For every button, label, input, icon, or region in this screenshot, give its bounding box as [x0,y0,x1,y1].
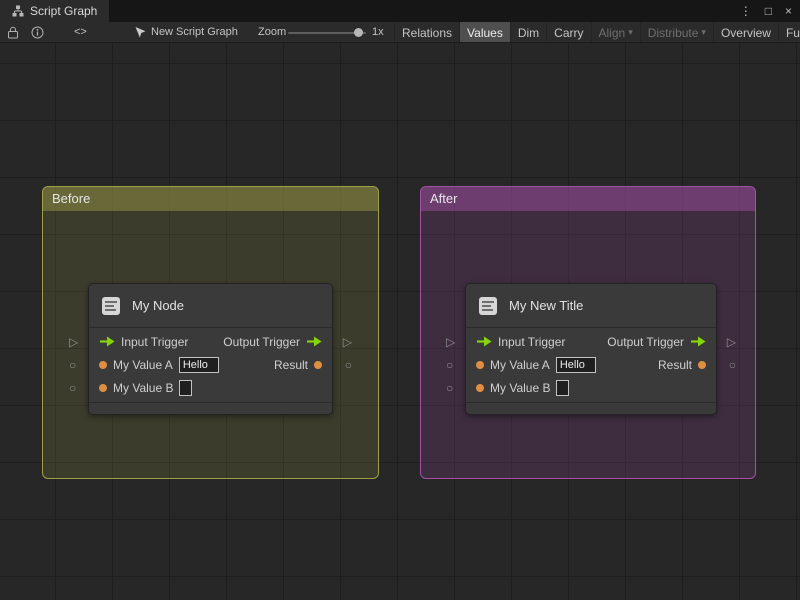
value-in-icon[interactable] [476,383,484,392]
chevron-down-icon: ▾ [701,27,706,37]
trigger-out-icon[interactable] [690,336,706,347]
value-in-icon[interactable] [99,360,107,369]
group-title: After [430,191,458,206]
relations-button[interactable]: Relations [394,22,460,42]
tab-script-graph[interactable]: Script Graph [0,0,110,22]
trigger-row: ▷ Input Trigger Output Trigger ▷ [69,330,352,353]
value-b-label: My Value B [490,380,551,395]
graph-canvas[interactable]: Before After My Node ▷ Input Trigger Out… [0,43,800,600]
fullscreen-label: Full Scr [785,25,800,40]
trigger-in-icon[interactable] [476,336,492,347]
value-a-label: My Value A [113,357,173,372]
group-title: Before [52,191,91,206]
input-trigger-label: Input Trigger [498,334,566,349]
script-graph-icon [12,5,24,17]
tab-title: Script Graph [30,4,98,18]
group-before-header[interactable]: Before [43,187,378,211]
value-b-row: ○ My Value B [446,376,716,399]
flow-port-icon[interactable]: ▷ [446,336,455,348]
node-my-node[interactable]: My Node ▷ Input Trigger Output Trigger ▷… [69,283,352,415]
graph-pointer-icon [134,26,146,39]
fullscreen-button[interactable]: Full Scr [777,22,800,42]
flow-port-icon[interactable]: ▷ [727,336,736,348]
zoom-label: Zoom [258,26,287,38]
flow-port-icon[interactable]: ▷ [69,336,78,348]
zoom-slider[interactable] [288,22,368,42]
value-a-input[interactable] [178,356,219,373]
value-a-input[interactable] [555,356,596,373]
node-header[interactable]: My New Title [466,284,716,328]
value-b-row: ○ My Value B [69,376,332,399]
value-b-input[interactable] [556,379,570,396]
value-in-icon[interactable] [476,360,484,369]
values-label: Values [467,25,503,40]
output-trigger-label: Output Trigger [223,334,300,349]
align-label: Align [598,25,626,40]
value-a-row: ○ My Value A Result ○ [69,353,352,376]
result-out-icon[interactable] [314,360,322,369]
node-body: ▷ Input Trigger Output Trigger ▷ ○ My Va… [69,328,352,399]
tab-bar: Script Graph ⋮ □ × [0,0,800,22]
overview-button[interactable]: Overview [712,22,778,42]
chevron-down-icon: ▾ [628,27,633,37]
node-footer [89,402,332,414]
more-menu-icon[interactable]: ⋮ [740,4,752,18]
unit-icon [101,296,121,316]
graph-name: New Script Graph [151,26,238,38]
toolbar: <> New Script Graph Zoom 1x Relations Va… [0,22,800,43]
value-b-input[interactable] [179,379,193,396]
trigger-in-icon[interactable] [99,336,115,347]
value-port-icon[interactable]: ○ [446,359,453,371]
node-title: My Node [132,298,185,313]
value-a-label: My Value A [490,357,550,372]
trigger-out-icon[interactable] [306,336,322,347]
value-a-row: ○ My Value A Result ○ [446,353,736,376]
unit-icon [478,296,498,316]
unity-window: Script Graph ⋮ □ × <> New Script Graph Z… [0,0,800,600]
value-in-icon[interactable] [99,383,107,392]
info-icon[interactable] [31,26,44,39]
dim-button[interactable]: Dim [509,22,547,42]
output-trigger-label: Output Trigger [607,334,684,349]
result-out-icon[interactable] [698,360,706,369]
node-footer [466,402,716,414]
value-port-icon[interactable]: ○ [345,359,352,371]
carry-button[interactable]: Carry [546,22,591,42]
toolbar-buttons: Relations Values Dim Carry Align ▾ Distr… [394,22,800,42]
trigger-row: ▷ Input Trigger Output Trigger ▷ [446,330,736,353]
zoom-slider-knob[interactable] [354,28,363,37]
values-button[interactable]: Values [459,22,510,42]
input-trigger-label: Input Trigger [121,334,189,349]
node-header[interactable]: My Node [89,284,332,328]
carry-label: Carry [554,25,584,40]
distribute-button[interactable]: Distribute ▾ [639,22,713,42]
group-after-header[interactable]: After [421,187,755,211]
value-port-icon[interactable]: ○ [69,359,76,371]
value-b-label: My Value B [113,380,174,395]
node-body: ▷ Input Trigger Output Trigger ▷ ○ My Va… [446,328,736,399]
dim-label: Dim [517,25,540,40]
value-port-icon[interactable]: ○ [69,382,76,394]
close-icon[interactable]: × [785,4,792,18]
code-toggle-icon[interactable]: <> [74,22,87,42]
lock-icon[interactable] [7,26,19,39]
align-button[interactable]: Align ▾ [590,22,640,42]
maximize-icon[interactable]: □ [765,4,772,18]
node-my-new-title[interactable]: My New Title ▷ Input Trigger Output Trig… [446,283,736,415]
overview-label: Overview [720,25,771,40]
node-title: My New Title [509,298,584,313]
relations-label: Relations [402,25,453,40]
flow-port-icon[interactable]: ▷ [343,336,352,348]
zoom-value: 1x [372,26,384,38]
result-label: Result [657,357,692,372]
value-port-icon[interactable]: ○ [729,359,736,371]
result-label: Result [273,357,308,372]
distribute-label: Distribute [647,25,699,40]
value-port-icon[interactable]: ○ [446,382,453,394]
window-controls: ⋮ □ × [740,0,792,22]
